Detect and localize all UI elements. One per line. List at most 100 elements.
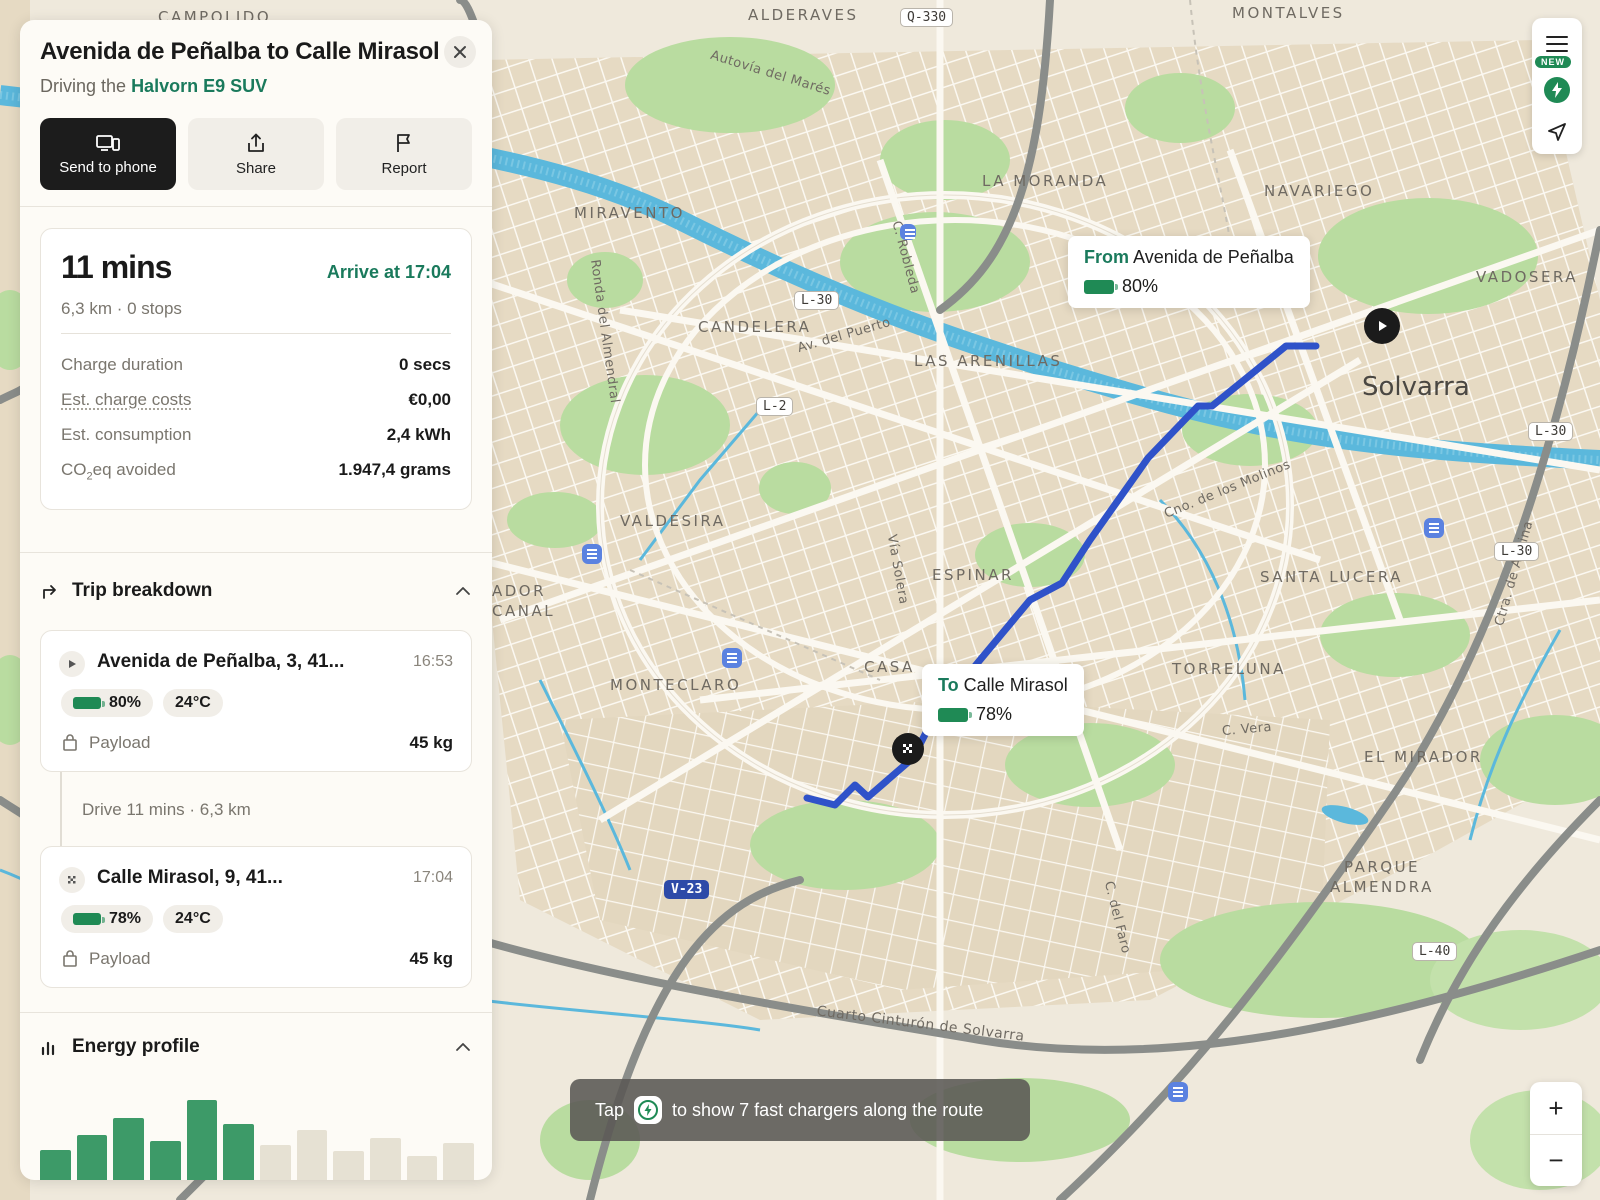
lightning-icon [1544,77,1570,103]
stat-label: Charge duration [61,355,183,374]
road-shield-l30: L-30 [794,291,840,310]
zoom-controls: + − [1530,1082,1582,1186]
map-label-almendra: ALMENDRA [1330,878,1434,896]
map-label-ador: ADOR [492,582,547,600]
play-icon [1379,321,1387,331]
energy-bar [296,1130,328,1180]
poi-icon[interactable] [582,544,602,564]
battery-icon [938,707,972,722]
payload-value: 45 kg [409,733,453,752]
energy-profile-title: Energy profile [72,1036,200,1057]
energy-bar [443,1143,475,1180]
battery-chip: 80% [61,689,154,717]
zoom-in-button[interactable]: + [1530,1082,1582,1134]
map-label-parque: PARQUE [1344,858,1421,876]
menu-button[interactable]: NEW [1532,18,1582,70]
map-label-miravento: MIRAVENTO [574,204,685,222]
stat-value: €0,00 [408,390,451,409]
map-label-casa: CASA [864,658,915,676]
tooltip-prefix: From [1084,247,1129,267]
map-label-solvarra: Solvarra [1362,372,1470,402]
trip-duration: 11 mins [61,249,172,285]
tooltip-battery: 80% [1122,276,1159,296]
origin-marker[interactable] [1364,308,1400,344]
locate-button[interactable] [1532,110,1582,154]
battery-icon [73,697,105,709]
poi-icon[interactable] [722,648,742,668]
poi-icon[interactable] [1424,518,1444,538]
stop-name: Calle Mirasol, 9, 41... [97,867,283,888]
battery-icon [73,913,105,925]
flag-icon [397,133,410,152]
stop-card-origin[interactable]: Avenida de Peñalba, 3, 41... 16:53 80% 2… [40,630,472,772]
drive-segment: Drive 11 mins · 6,3 km [82,800,251,819]
navigation-arrow-icon [1548,123,1566,141]
toast-text-before: Tap [595,1099,625,1120]
road-shield-l30-south: L-30 [1494,542,1540,561]
map-label-candelera: CANDELERA [698,318,812,336]
energy-profile-header[interactable]: Energy profile [40,1036,472,1058]
divider [20,206,492,207]
bag-icon [63,950,77,967]
energy-bar [76,1135,108,1180]
divider [20,1012,492,1013]
share-label: Share [235,159,277,177]
map-label-valdesira: VALDESIRA [620,512,726,530]
stat-value: 1.947,4 grams [338,460,451,479]
report-button[interactable]: Report [336,118,472,190]
stat-row: Charge duration 0 secs [61,355,451,375]
send-to-phone-label: Send to phone [59,158,157,176]
tooltip-place: Avenida de Peñalba [1133,247,1294,267]
hamburger-icon [1546,36,1568,52]
divider [61,333,451,334]
vehicle-link[interactable]: Halvorn E9 SUV [131,76,267,96]
destination-marker[interactable] [892,733,924,765]
poi-icon[interactable] [1168,1082,1188,1102]
road-shield-q330: Q-330 [900,8,954,27]
route-title: Avenida de Peñalba to Calle Mirasol [40,38,440,65]
energy-profile-chart [40,1098,475,1180]
stat-label-charge-costs[interactable]: Est. charge costs [61,390,191,410]
map-label-torreluna: TORRELUNA [1172,660,1286,678]
new-badge: NEW [1535,56,1571,68]
send-to-phone-button[interactable]: Send to phone [40,118,176,190]
stat-row: Est. charge costs €0,00 [61,390,451,410]
chargers-toggle-button[interactable] [1532,70,1582,110]
origin-tooltip[interactable]: From Avenida de Peñalba 80% [1068,236,1310,308]
payload-row: Payload [61,733,150,753]
energy-bar [150,1140,181,1180]
turn-right-icon [43,585,56,599]
route-connector [60,772,62,848]
share-button[interactable]: Share [188,118,324,190]
stop-time: 16:53 [412,653,453,670]
tooltip-place: Calle Mirasol [963,675,1068,695]
map-label-canal: CANAL [492,602,556,620]
subtitle-prefix: Driving the [40,76,127,96]
stat-value: 0 secs [399,355,451,374]
report-label: Report [381,159,427,177]
zoom-out-button[interactable]: − [1530,1134,1582,1186]
temperature-chip: 24°C [163,689,223,717]
energy-bar [260,1144,291,1180]
map-label-espinar: ESPINAR [932,566,1014,584]
destination-tooltip[interactable]: To Calle Mirasol 78% [922,664,1084,736]
lightning-icon [634,1096,663,1124]
energy-bar [113,1117,145,1180]
tooltip-prefix: To [938,675,959,695]
close-button[interactable] [444,36,476,68]
road-shield-l40: L-40 [1412,942,1458,961]
trip-breakdown-header[interactable]: Trip breakdown [40,580,472,602]
poi-icon[interactable] [900,224,916,240]
chargers-hint-toast[interactable]: Tap to show 7 fast chargers along the ro… [570,1079,1030,1141]
payload-value: 45 kg [409,949,453,968]
tooltip-battery: 78% [976,704,1013,724]
energy-bar [370,1137,401,1180]
stop-card-destination[interactable]: Calle Mirasol, 9, 41... 17:04 78% 24°C P… [40,846,472,988]
stop-time: 17:04 [412,869,453,886]
divider [20,552,492,553]
energy-bar [186,1100,218,1180]
payload-row: Payload [61,949,150,969]
road-shield-l2: L-2 [756,397,794,416]
chevron-up-icon [456,587,470,595]
bar-chart-icon [41,1041,55,1056]
